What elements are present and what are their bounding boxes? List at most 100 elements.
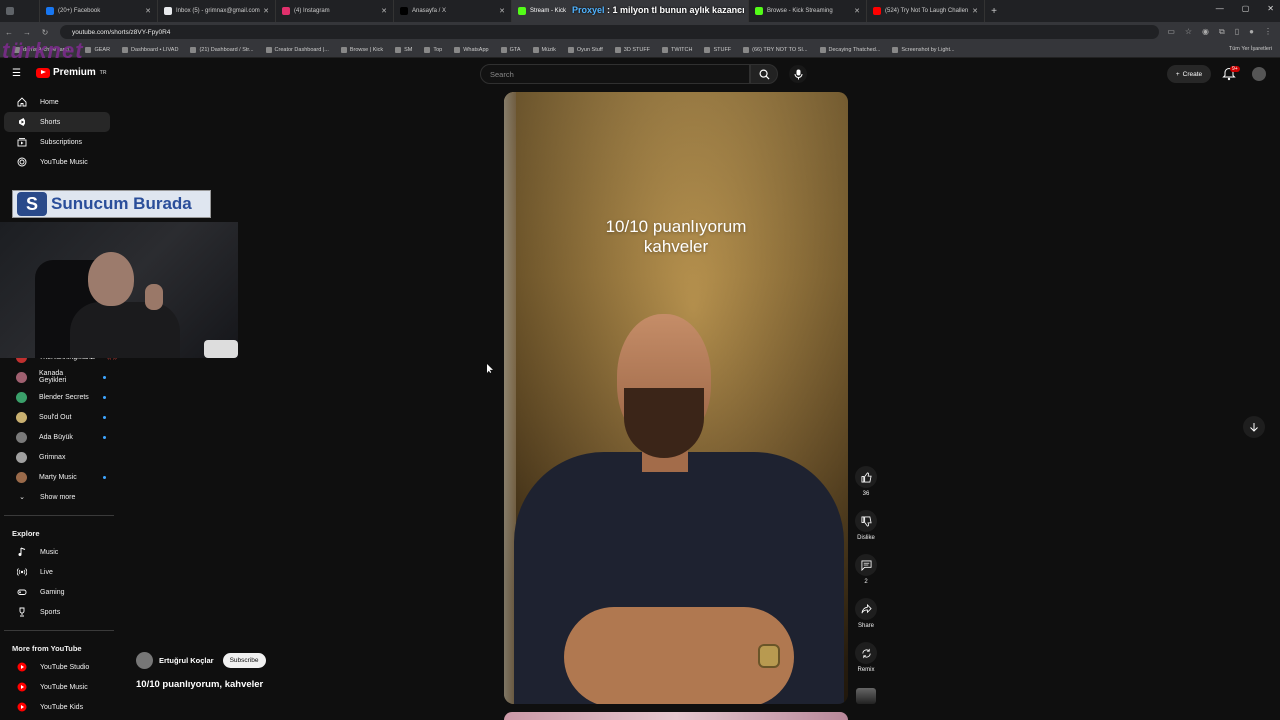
audio-source-thumbnail[interactable] (856, 688, 876, 704)
bookmark-item[interactable]: Decaying Thatched... (819, 46, 880, 53)
search-icon (759, 69, 770, 80)
bookmark-folder-icon (424, 46, 431, 53)
comments-button[interactable] (855, 554, 877, 576)
bookmark-label: GEAR (94, 46, 111, 53)
bookmark-item[interactable]: Top (424, 46, 442, 53)
dislike-button[interactable] (855, 510, 877, 532)
next-short-button[interactable] (1243, 416, 1265, 438)
sidebar-item-live[interactable]: Live (4, 562, 110, 582)
tab-close-icon[interactable]: ✕ (499, 7, 505, 15)
bookmark-item[interactable]: Dashboard • LIVAD (122, 46, 178, 53)
cast-icon[interactable]: ▭ (1167, 27, 1175, 37)
tab-close-icon[interactable]: ✕ (263, 7, 269, 15)
sidepanel-icon[interactable]: ▯ (1235, 27, 1239, 37)
short-video-player[interactable]: 10/10 puanlıyorum kahveler (504, 92, 848, 704)
sidebar-item-home[interactable]: Home (4, 92, 110, 112)
short-title[interactable]: 10/10 puanlıyorum, kahveler (136, 679, 263, 690)
voice-search-button[interactable] (789, 65, 807, 83)
sidebar-item-youtube-music[interactable]: YouTube Music (4, 677, 110, 697)
back-icon[interactable]: ← (0, 28, 18, 37)
bookmark-item[interactable]: WhatsApp (454, 46, 489, 53)
tab-close-icon[interactable]: ✕ (381, 7, 387, 15)
puzzle-icon[interactable]: ⧉ (1219, 27, 1225, 37)
bookmark-item[interactable]: TWITCH (662, 46, 692, 53)
subscribe-button[interactable]: Subscribe (222, 653, 266, 668)
remix-button[interactable] (855, 642, 877, 664)
bookmark-item[interactable]: Creator Dashboard |... (265, 46, 329, 53)
browser-tab[interactable]: Anasayfa / X ✕ (394, 0, 512, 22)
forward-icon[interactable]: → (18, 28, 36, 37)
share-button[interactable] (855, 598, 877, 620)
browser-tab[interactable]: (4) Instagram ✕ (276, 0, 394, 22)
browser-tab[interactable]: (524) Try Not To Laugh Challen ✕ (867, 0, 985, 22)
sidebar-channel[interactable]: Kanada Geyikleri (4, 367, 110, 387)
show-more-button[interactable]: ⌄ Show more (4, 487, 110, 507)
bookmark-item[interactable]: (21) Dashboard / Str... (190, 46, 254, 53)
bookmark-item[interactable]: Screenshot by Light... (892, 46, 955, 53)
next-short-preview[interactable] (504, 712, 848, 720)
bookmark-item[interactable]: Browse | Kick (340, 46, 383, 53)
show-more-label: Show more (40, 493, 76, 501)
hamburger-menu-icon[interactable]: ☰ (12, 68, 23, 79)
channel-label: Blender Secrets (39, 393, 89, 401)
sidebar-channel[interactable]: Grimnax (4, 447, 110, 467)
sidebar-item-label: Shorts (40, 118, 61, 126)
sidebar-item-shorts[interactable]: Shorts (4, 112, 110, 132)
sidebar-item-gaming[interactable]: Gaming (4, 582, 110, 602)
sidebar-channel[interactable]: Soul'd Out (4, 407, 110, 427)
bookmark-item[interactable]: GTA (500, 46, 521, 53)
sidebar-item-youtube-music[interactable]: YouTube Music (4, 152, 110, 172)
maximize-icon[interactable]: ▢ (1242, 4, 1250, 13)
gaming-icon (16, 586, 28, 598)
browser-tab[interactable]: Inbox (5) - grimnax@gmail.com ✕ (158, 0, 276, 22)
bookmark-folder-icon (614, 46, 621, 53)
like-button[interactable] (855, 466, 877, 488)
search-button[interactable] (750, 64, 778, 84)
bookmark-item[interactable]: Müzik (532, 46, 556, 53)
bookmark-item[interactable]: 3D STUFF (614, 46, 650, 53)
close-window-icon[interactable]: ✕ (1267, 4, 1274, 13)
webcam-person-hand (145, 284, 163, 310)
tab-settings-icon-slot[interactable] (0, 0, 40, 22)
bookmark-item[interactable]: GEAR (85, 46, 111, 53)
bookmark-folder-icon (265, 46, 272, 53)
create-button[interactable]: + Create (1167, 65, 1211, 83)
bookmark-item[interactable]: SM (395, 46, 412, 53)
minimize-icon[interactable]: — (1216, 4, 1224, 13)
channel-avatar (16, 431, 27, 443)
channel-avatar[interactable] (136, 652, 153, 669)
youtube-logo[interactable]: Premium TR (36, 67, 106, 78)
sidebar-item-sports[interactable]: Sports (4, 602, 110, 622)
tab-close-icon[interactable]: ✕ (854, 7, 860, 15)
browser-tab[interactable]: Browse - Kick Streaming ✕ (749, 0, 867, 22)
sidebar-item-subscriptions[interactable]: Subscriptions (4, 132, 110, 152)
sidebar-item-youtube-studio[interactable]: YouTube Studio (4, 657, 110, 677)
bookmark-star-icon[interactable]: ☆ (1185, 27, 1192, 37)
menu-dots-icon[interactable]: ⋮ (1264, 27, 1272, 37)
extension-icon[interactable]: ◉ (1202, 27, 1209, 37)
tab-close-icon[interactable]: ✕ (145, 7, 151, 15)
profile-icon[interactable]: ● (1249, 27, 1254, 37)
sidebar-item-youtube-kids[interactable]: YouTube Kids (4, 697, 110, 717)
tab-favicon-icon (755, 7, 763, 15)
new-tab-button[interactable]: + (985, 6, 1003, 17)
url-field[interactable]: youtube.com/shorts/z8VY-Fpy0R4 (60, 25, 1160, 39)
sidebar-channel[interactable]: Ada Büyük (4, 427, 110, 447)
browser-tab[interactable]: (20+) Facebook ✕ (40, 0, 158, 22)
channel-name[interactable]: Ertuğrul Koçlar (159, 656, 214, 665)
reload-icon[interactable]: ↻ (36, 28, 54, 37)
sidebar-channel[interactable]: Marty Music (4, 467, 110, 487)
tab-close-icon[interactable]: ✕ (972, 7, 978, 15)
bookmark-label: Müzik (541, 46, 556, 53)
search-input[interactable]: Search (480, 64, 750, 84)
account-avatar[interactable] (1252, 67, 1266, 81)
tab-label: Browse - Kick Streaming (767, 8, 833, 14)
sidebar-channel[interactable]: Blender Secrets (4, 387, 110, 407)
bookmark-folder-icon (454, 46, 461, 53)
bookmark-item[interactable]: (66) TRY NOT TO SI... (743, 46, 808, 53)
bookmark-item[interactable]: Oyun Stuff (567, 46, 603, 53)
bookmark-item[interactable]: STUFF (704, 46, 731, 53)
sidebar-item-music[interactable]: Music (4, 542, 110, 562)
banner-text: Sunucum Burada (51, 194, 192, 213)
all-bookmarks[interactable]: Tüm Yer İşaretleri (1229, 46, 1272, 52)
